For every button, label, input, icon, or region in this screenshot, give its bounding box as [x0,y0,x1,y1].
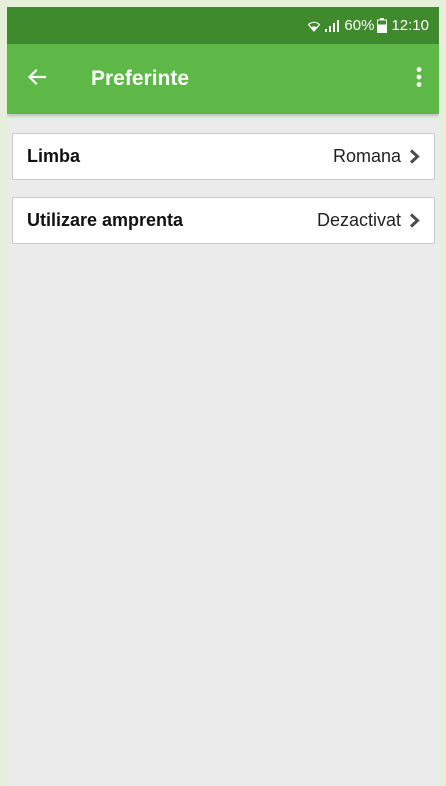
wifi-icon [307,19,321,33]
status-time: 12:10 [391,17,429,34]
setting-value: Dezactivat [316,210,401,230]
chevron-right-icon [409,149,420,164]
battery-icon [377,18,388,33]
app-bar: Preferinte [7,44,439,114]
setting-value: Romana [332,146,401,166]
app-frame: 60% 12:10 Preferinte Limba Romana Utiliz… [7,7,439,786]
more-vert-icon [416,66,422,93]
back-button[interactable] [7,44,67,114]
setting-language[interactable]: Limba Romana [12,133,435,180]
page-title: Preferinte [91,67,190,90]
signal-icon [324,19,340,32]
setting-fingerprint[interactable]: Utilizare amprenta Dezactivat [12,197,435,244]
setting-label: Utilizare amprenta [27,210,184,230]
settings-list: Limba Romana Utilizare amprenta Dezactiv… [7,114,439,244]
arrow-left-icon [27,67,47,92]
status-bar: 60% 12:10 [7,7,439,44]
overflow-menu-button[interactable] [399,44,439,114]
setting-label: Limba [27,146,81,166]
chevron-right-icon [409,213,420,228]
battery-percent: 60% [344,17,375,34]
